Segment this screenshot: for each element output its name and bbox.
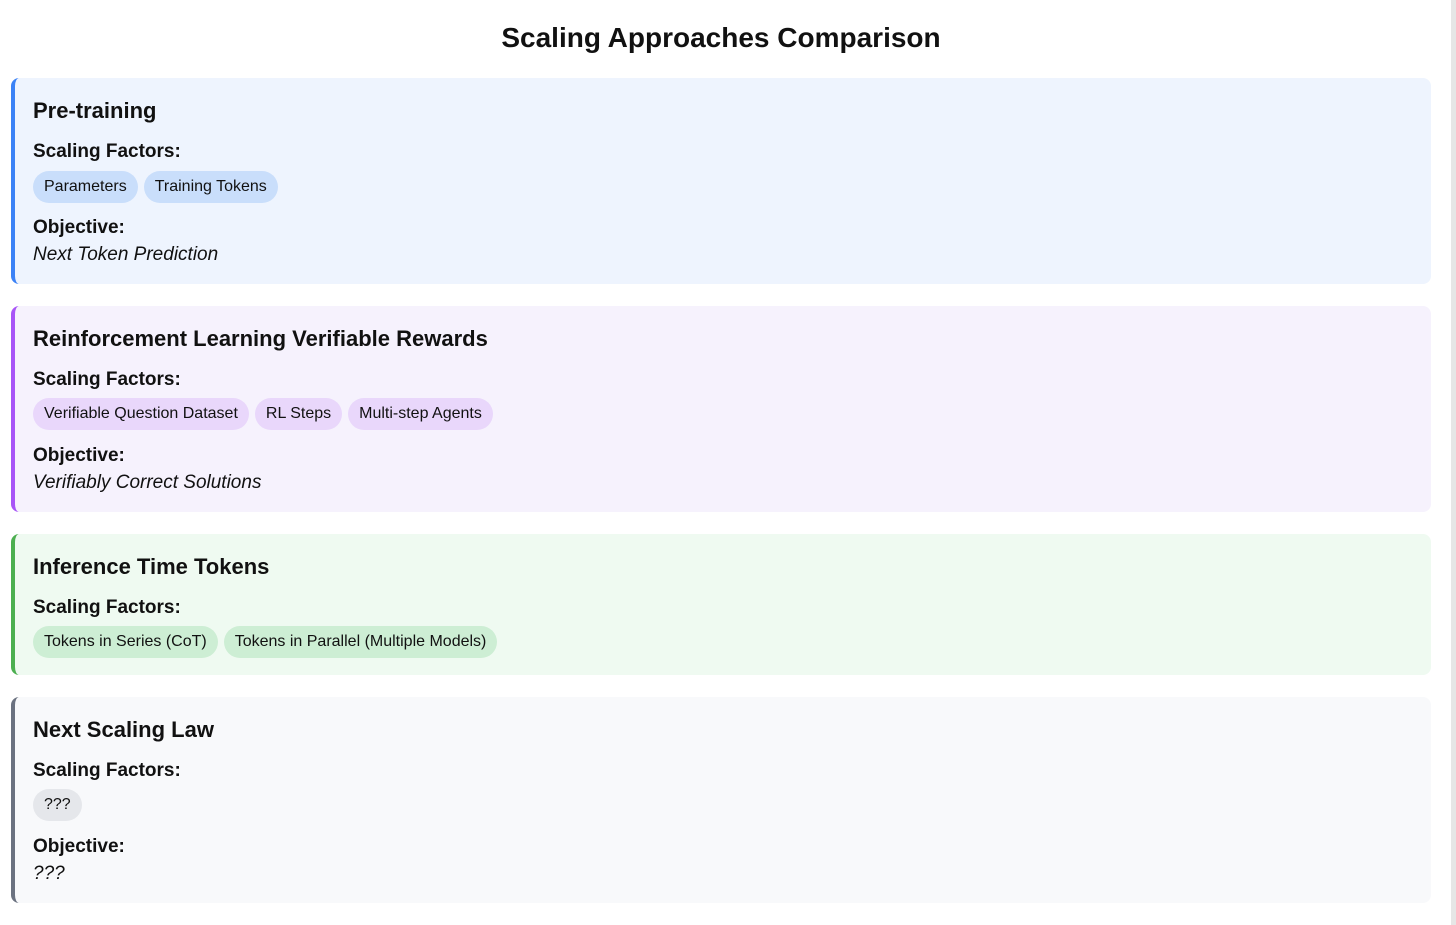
- scaling-factors-label: Scaling Factors:: [33, 369, 181, 390]
- factor-tag: Training Tokens: [143, 171, 278, 203]
- factor-tag: ???: [33, 789, 82, 821]
- factor-tag: Verifiable Question Dataset: [33, 398, 249, 430]
- page-title: Scaling Approaches Comparison: [501, 22, 941, 53]
- objective-label: Objective:: [33, 836, 125, 857]
- scaling-factor-tags: Parameters Training Tokens: [33, 171, 278, 203]
- objective-label: Objective:: [33, 445, 125, 466]
- factor-tag: Tokens in Parallel (Multiple Models): [223, 626, 498, 658]
- scaling-factor-tags: Tokens in Series (CoT) Tokens in Paralle…: [33, 626, 498, 658]
- card-title: Inference Time Tokens: [33, 554, 270, 579]
- card-rl-verifiable-rewards: Reinforcement Learning Verifiable Reward…: [11, 306, 1431, 512]
- scaling-factor-tags: ???: [33, 789, 82, 821]
- scaling-factors-label: Scaling Factors:: [33, 141, 181, 162]
- objective-text: ???: [33, 863, 65, 884]
- factor-tag: Tokens in Series (CoT): [33, 626, 218, 658]
- card-next-scaling-law: Next Scaling Law Scaling Factors: ??? Ob…: [11, 697, 1431, 903]
- page: Scaling Approaches Comparison Pre-traini…: [0, 0, 1456, 925]
- objective-text: Verifiably Correct Solutions: [33, 472, 262, 493]
- factor-tag: RL Steps: [254, 398, 343, 430]
- card-title: Next Scaling Law: [33, 717, 214, 742]
- scaling-factor-tags: Verifiable Question Dataset RL Steps Mul…: [33, 398, 493, 430]
- card-inference-time-tokens: Inference Time Tokens Scaling Factors: T…: [11, 534, 1431, 675]
- objective-label: Objective:: [33, 217, 125, 238]
- scaling-factors-label: Scaling Factors:: [33, 760, 181, 781]
- card-title: Pre-training: [33, 98, 157, 123]
- factor-tag: Multi-step Agents: [348, 398, 493, 430]
- window-edge: [1451, 0, 1456, 925]
- card-pre-training: Pre-training Scaling Factors: Parameters…: [11, 78, 1431, 284]
- card-title: Reinforcement Learning Verifiable Reward…: [33, 326, 488, 351]
- objective-text: Next Token Prediction: [33, 244, 219, 265]
- factor-tag: Parameters: [33, 171, 138, 203]
- scaling-factors-label: Scaling Factors:: [33, 597, 181, 618]
